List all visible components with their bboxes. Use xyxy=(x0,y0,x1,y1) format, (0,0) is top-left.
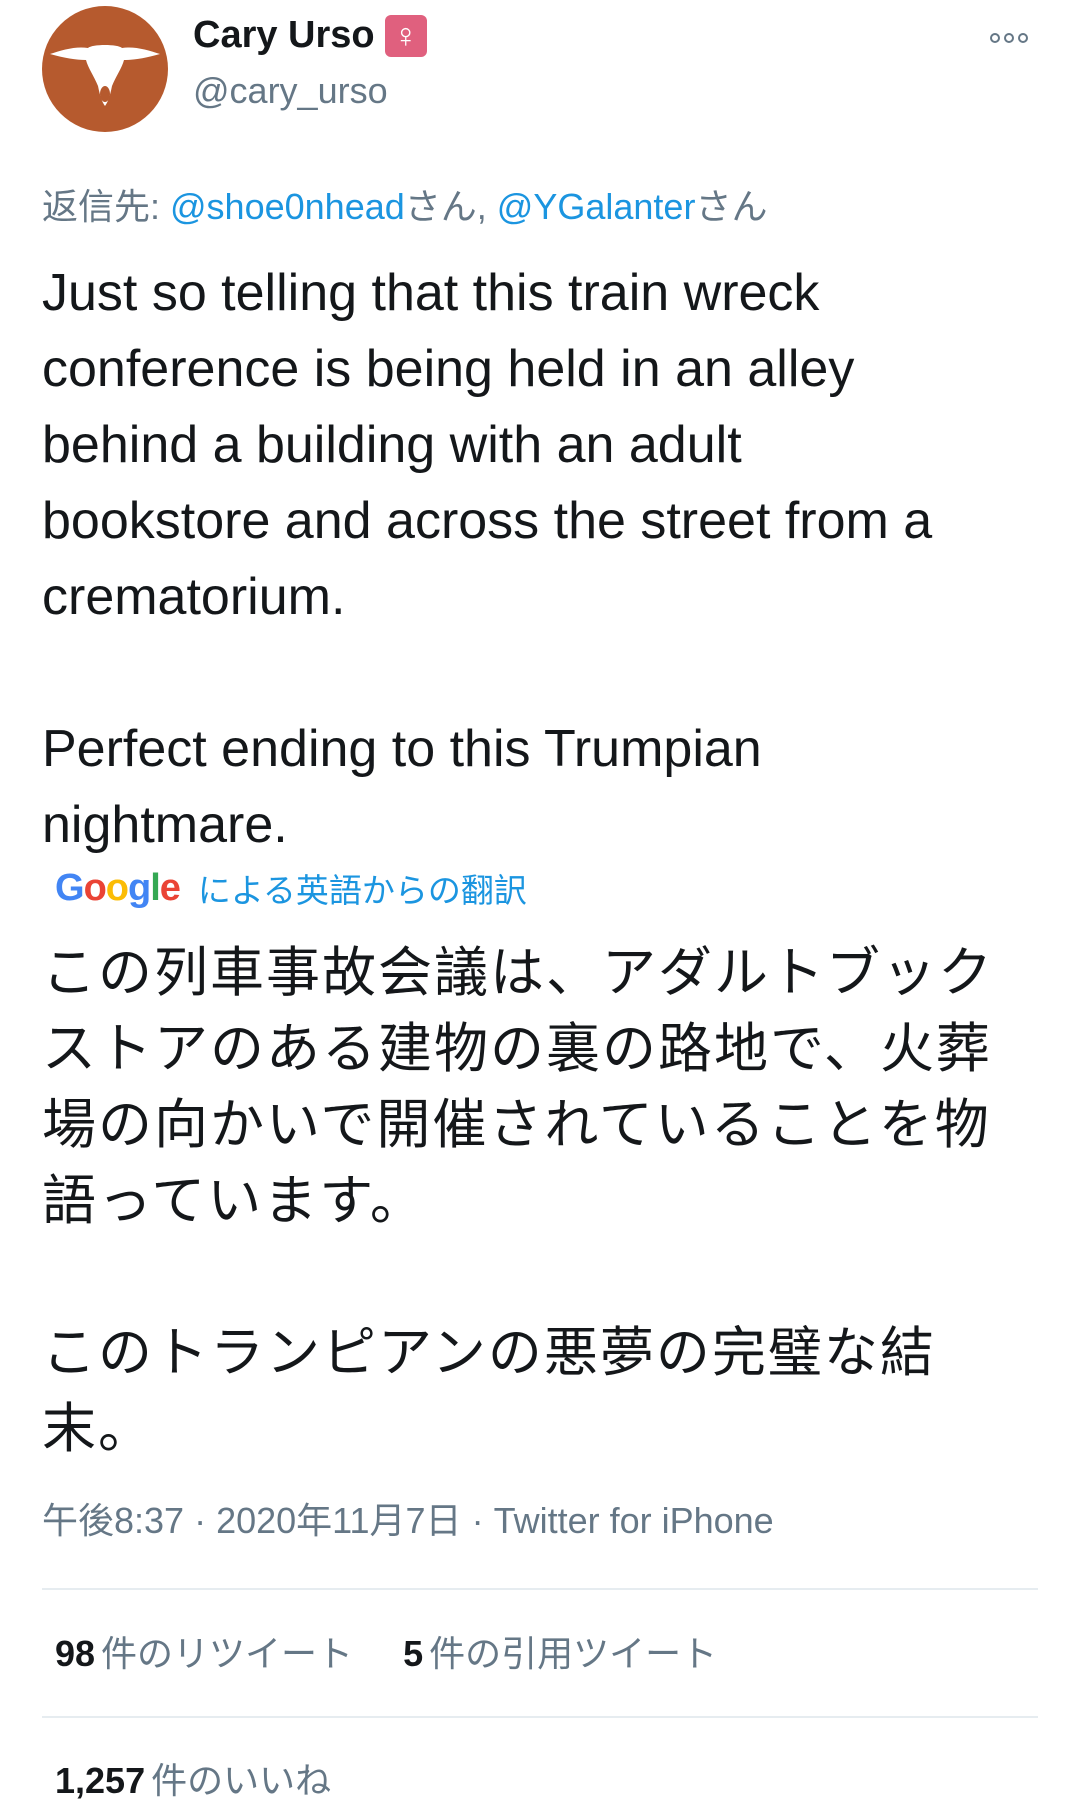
likes-stat[interactable]: 1,257 件のいいね xyxy=(55,1752,331,1804)
translation-attribution[interactable]: Google による英語からの翻訳 xyxy=(55,864,527,912)
mention-link[interactable]: @YGalanter xyxy=(497,186,696,227)
more-options-icon[interactable] xyxy=(990,28,1040,48)
display-name[interactable]: Cary Urso ♀ xyxy=(193,14,427,57)
divider xyxy=(42,1716,1038,1718)
retweets-stat[interactable]: 98 件のリツイート xyxy=(55,1625,353,1677)
tweet-header: Cary Urso ♀ @cary_urso xyxy=(0,0,1080,150)
reply-suffix: さん xyxy=(404,186,477,227)
tweet-source[interactable]: Twitter for iPhone xyxy=(494,1500,774,1541)
google-logo: Google xyxy=(55,866,181,909)
tweet-text: Just so telling that this train wreck co… xyxy=(42,264,933,854)
tweet-time[interactable]: 午後8:37 xyxy=(42,1500,184,1541)
user-handle[interactable]: @cary_urso xyxy=(193,70,388,112)
translated-text: この列車事故会議は、アダルトブック ストアのある建物の裏の路地で、火葬 場の向か… xyxy=(42,943,994,1459)
reply-prefix: 返信先: xyxy=(42,186,171,227)
tweet-metadata: 午後8:37 · 2020年11月7日 · Twitter for iPhone xyxy=(42,1492,774,1544)
female-sign-icon: ♀ xyxy=(384,14,427,57)
reply-to-line: 返信先: @shoe0nheadさん, @YGalanterさん xyxy=(42,178,767,230)
meta-separator: · xyxy=(461,1500,494,1541)
like-count: 1,257 xyxy=(55,1760,146,1801)
retweet-count: 98 xyxy=(55,1633,96,1674)
longhorn-icon xyxy=(50,45,160,106)
quote-count: 5 xyxy=(403,1633,424,1674)
quote-label: 件の引用ツイート xyxy=(429,1633,718,1674)
tweet-date[interactable]: 2020年11月7日 xyxy=(216,1500,461,1541)
reply-separator: , xyxy=(476,186,497,227)
divider xyxy=(42,1588,1038,1590)
like-label: 件のいいね xyxy=(151,1760,332,1801)
engagement-stats: 98 件のリツイート 5 件の引用ツイート xyxy=(55,1625,717,1677)
quotes-stat[interactable]: 5 件の引用ツイート xyxy=(403,1625,717,1677)
retweet-label: 件のリツイート xyxy=(101,1633,354,1674)
avatar[interactable] xyxy=(42,6,168,132)
mention-link[interactable]: @shoe0nhead xyxy=(170,186,405,227)
display-name-text: Cary Urso xyxy=(193,14,375,56)
translation-label: による英語からの翻訳 xyxy=(197,872,527,909)
reply-suffix: さん xyxy=(695,186,768,227)
meta-separator: · xyxy=(184,1500,217,1541)
